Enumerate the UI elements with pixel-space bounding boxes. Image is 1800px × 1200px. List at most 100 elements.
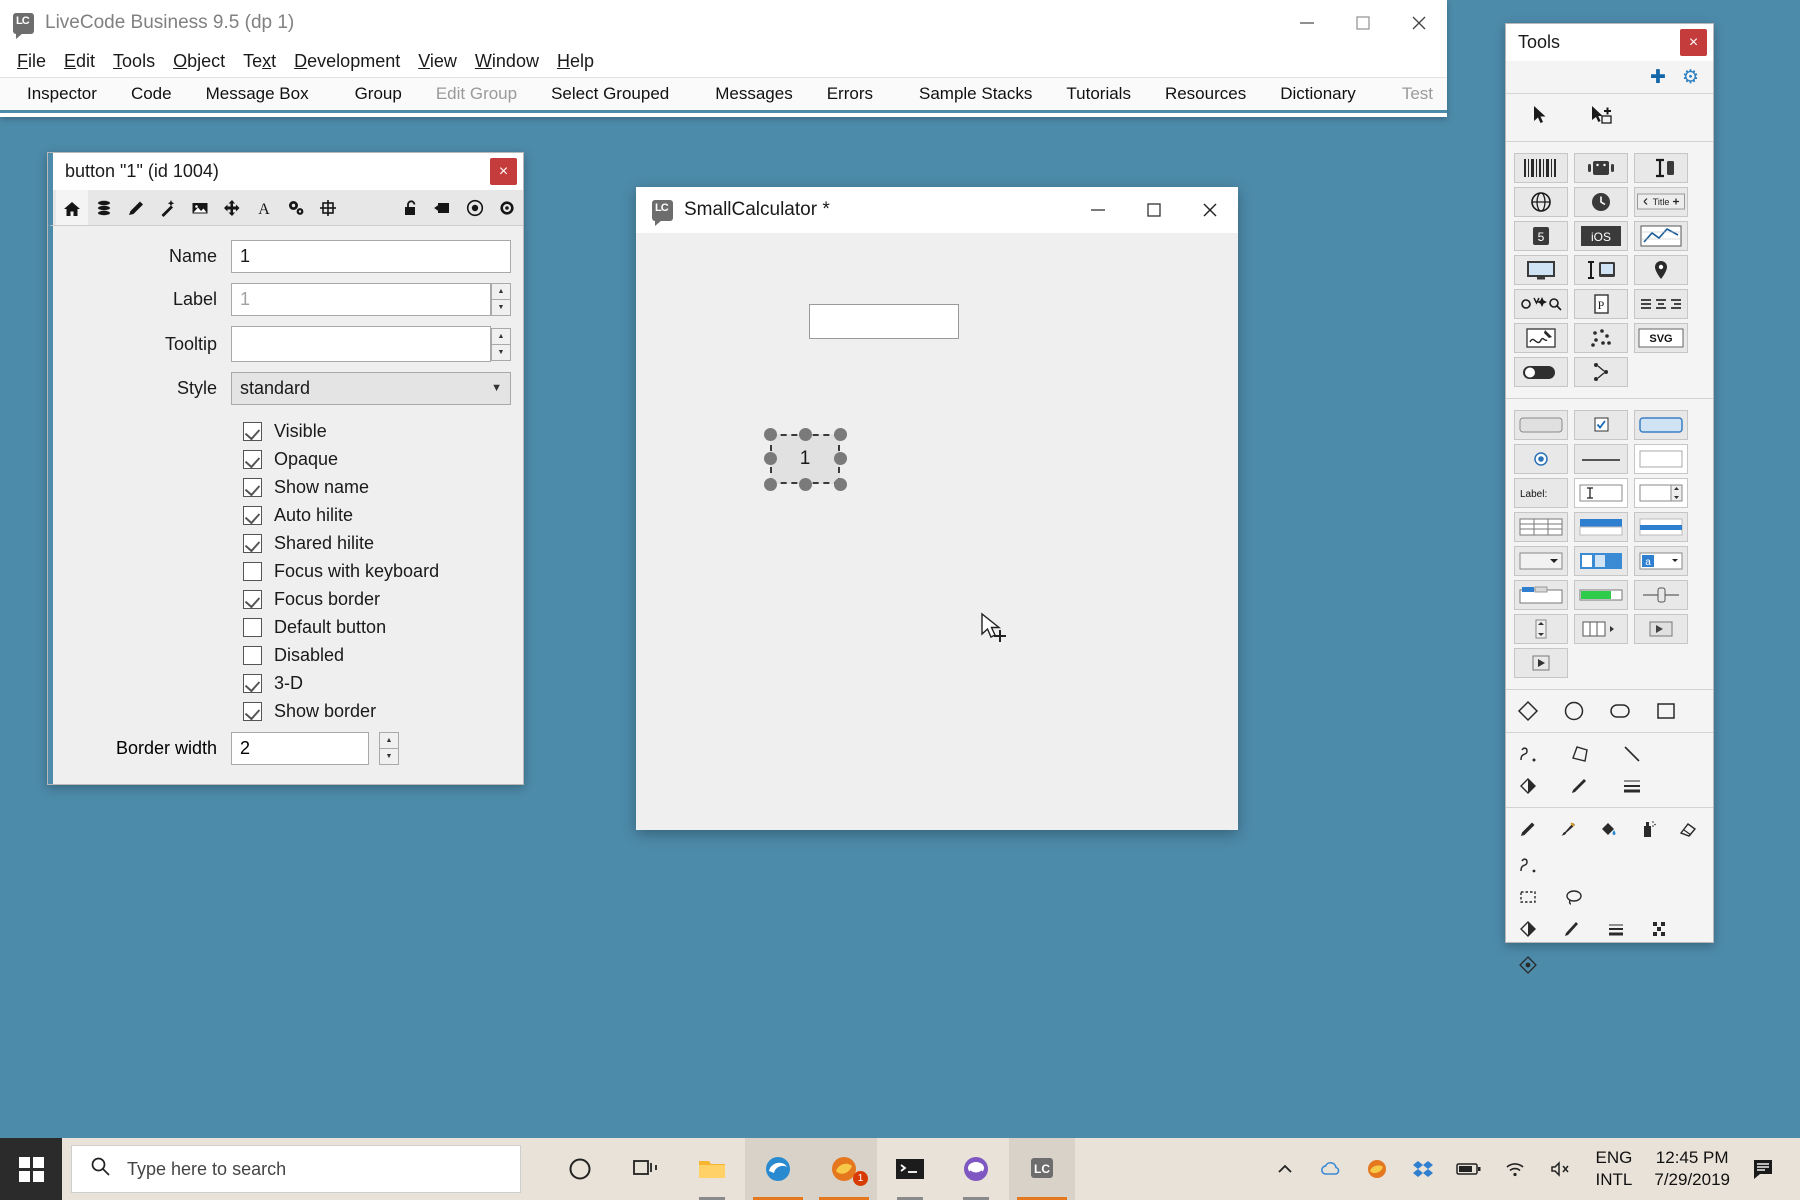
push-button-tool-icon[interactable]: [1514, 410, 1568, 440]
resize-handle-bottom-right[interactable]: [834, 478, 847, 491]
inspector-tab-home[interactable]: [56, 190, 88, 225]
toolbar-tutorials[interactable]: Tutorials: [1049, 84, 1148, 104]
paint-line-color-icon[interactable]: [1560, 917, 1584, 941]
menu-window[interactable]: Window: [466, 49, 548, 74]
cortana-button[interactable]: [547, 1138, 613, 1200]
checkbox-focus-with-keyboard[interactable]: [243, 562, 262, 581]
rounded-rect-shape-icon[interactable]: [1608, 699, 1632, 723]
volume-muted-icon[interactable]: [1538, 1138, 1584, 1200]
toolbar-inspector[interactable]: Inspector: [10, 84, 114, 104]
resize-handle-middle-right[interactable]: [834, 452, 847, 465]
checkbox-row[interactable]: Shared hilite: [53, 533, 523, 554]
checkbox-show-border[interactable]: [243, 702, 262, 721]
cloud-icon[interactable]: [1308, 1138, 1354, 1200]
line-color-icon[interactable]: [1568, 774, 1592, 798]
label-stepper[interactable]: ▲ ▼: [491, 283, 511, 316]
tooltip-stepper-down[interactable]: ▼: [491, 343, 511, 361]
toolbar-message-box[interactable]: Message Box: [189, 84, 326, 104]
file-explorer-button[interactable]: [679, 1138, 745, 1200]
border-width-stepper-down[interactable]: ▼: [379, 748, 399, 765]
text-cursor-widget-icon[interactable]: [1634, 153, 1688, 183]
toolbar-errors[interactable]: Errors: [810, 84, 890, 104]
close-icon[interactable]: [1391, 0, 1447, 46]
checkbox-opaque[interactable]: [243, 450, 262, 469]
checkbox-row[interactable]: Focus with keyboard: [53, 561, 523, 582]
progress-bar-tool-icon[interactable]: [1574, 580, 1628, 610]
inspector-target-icon[interactable]: [459, 190, 491, 225]
player-tool-icon[interactable]: [1634, 614, 1688, 644]
pdf-widget-icon[interactable]: P: [1574, 289, 1628, 319]
battery-icon[interactable]: [1446, 1138, 1492, 1200]
close-icon[interactable]: [1182, 187, 1238, 233]
emacs-button[interactable]: [943, 1138, 1009, 1200]
toolbar-sample-stacks[interactable]: Sample Stacks: [902, 84, 1049, 104]
clock-widget-icon[interactable]: [1574, 187, 1628, 217]
checkbox-row[interactable]: Default button: [53, 617, 523, 638]
tablet-widget-icon[interactable]: [1574, 255, 1628, 285]
tooltip-stepper[interactable]: ▲ ▼: [491, 327, 511, 361]
toolbar-resources[interactable]: Resources: [1148, 84, 1263, 104]
radio-button-tool-icon[interactable]: [1514, 444, 1568, 474]
curve-paint-icon[interactable]: [1516, 853, 1540, 877]
bucket-paint-icon[interactable]: [1596, 817, 1620, 841]
maximize-icon[interactable]: [1335, 0, 1391, 46]
lasso-icon[interactable]: [1562, 885, 1586, 909]
tools-close-button[interactable]: ×: [1680, 29, 1707, 56]
inspector-apply-icon[interactable]: [427, 190, 459, 225]
html5-widget-icon[interactable]: 5: [1514, 221, 1568, 251]
resize-handle-top-right[interactable]: [834, 428, 847, 441]
rectangle-shape-icon[interactable]: [1654, 699, 1678, 723]
title-bar-widget-icon[interactable]: Title: [1634, 187, 1688, 217]
diamond-shape-icon[interactable]: [1516, 699, 1540, 723]
inspector-tab-text[interactable]: A: [248, 190, 280, 225]
maximize-icon[interactable]: [1126, 187, 1182, 233]
switch-widget-icon[interactable]: [1514, 357, 1568, 387]
inspector-tab-gears[interactable]: [280, 190, 312, 225]
resize-handle-bottom-left[interactable]: [764, 478, 777, 491]
header-bar-tool-icon[interactable]: [1574, 512, 1628, 542]
table-tool-icon[interactable]: [1514, 512, 1568, 542]
resize-handle-middle-left[interactable]: [764, 452, 777, 465]
chart-widget-icon[interactable]: [1634, 221, 1688, 251]
edge-button[interactable]: [745, 1138, 811, 1200]
browser-widget-icon[interactable]: [1514, 187, 1568, 217]
toolbar-select-grouped[interactable]: Select Grouped: [534, 84, 686, 104]
checkbox-focus-border[interactable]: [243, 590, 262, 609]
inspector-tab-magic-wand[interactable]: [152, 190, 184, 225]
list-widget-icon[interactable]: [1634, 289, 1688, 319]
tooltip-stepper-up[interactable]: ▲: [491, 327, 511, 344]
search-input[interactable]: Type here to search: [71, 1145, 521, 1193]
menu-help[interactable]: Help: [548, 49, 603, 74]
resize-handle-bottom-center[interactable]: [799, 478, 812, 491]
menu-tools[interactable]: Tools: [104, 49, 164, 74]
combo-tool-icon[interactable]: a: [1634, 546, 1688, 576]
checkbox-row[interactable]: Show name: [53, 477, 523, 498]
slider-tool-icon[interactable]: [1634, 580, 1688, 610]
eraser-paint-icon[interactable]: [1676, 817, 1700, 841]
toolbar-dictionary[interactable]: Dictionary: [1263, 84, 1373, 104]
selected-button-object[interactable]: 1: [770, 434, 840, 484]
pencil-paint-icon[interactable]: [1516, 817, 1540, 841]
fill-color-icon[interactable]: [1516, 774, 1540, 798]
checkbox-row[interactable]: Disabled: [53, 645, 523, 666]
separator-tool-icon[interactable]: [1574, 444, 1628, 474]
main-window-titlebar[interactable]: LC LiveCode Business 9.5 (dp 1): [0, 0, 1447, 46]
video-player-tool-icon[interactable]: [1514, 648, 1568, 678]
checkbox-row[interactable]: Show border: [53, 701, 523, 722]
calculator-card-canvas[interactable]: [636, 233, 1238, 830]
minimize-icon[interactable]: [1070, 187, 1126, 233]
oval-shape-icon[interactable]: [1562, 699, 1586, 723]
rectangle-field-tool-icon[interactable]: [1634, 444, 1688, 474]
paint-brush-shape-icon[interactable]: [1516, 953, 1540, 977]
button-bar-tool-icon[interactable]: [1574, 546, 1628, 576]
border-width-input[interactable]: 2: [231, 732, 369, 765]
checkbox-visible[interactable]: [243, 422, 262, 441]
line-tool-icon[interactable]: [1620, 742, 1644, 766]
checkbox-tool-icon[interactable]: [1574, 410, 1628, 440]
paint-line-width-icon[interactable]: [1604, 917, 1628, 941]
barcode-widget-icon[interactable]: [1514, 153, 1568, 183]
resize-handle-top-center[interactable]: [799, 428, 812, 441]
tools-titlebar[interactable]: Tools ×: [1506, 24, 1713, 61]
svg-widget-icon[interactable]: SVG: [1634, 323, 1688, 353]
polygon-tool-icon[interactable]: [1568, 742, 1592, 766]
